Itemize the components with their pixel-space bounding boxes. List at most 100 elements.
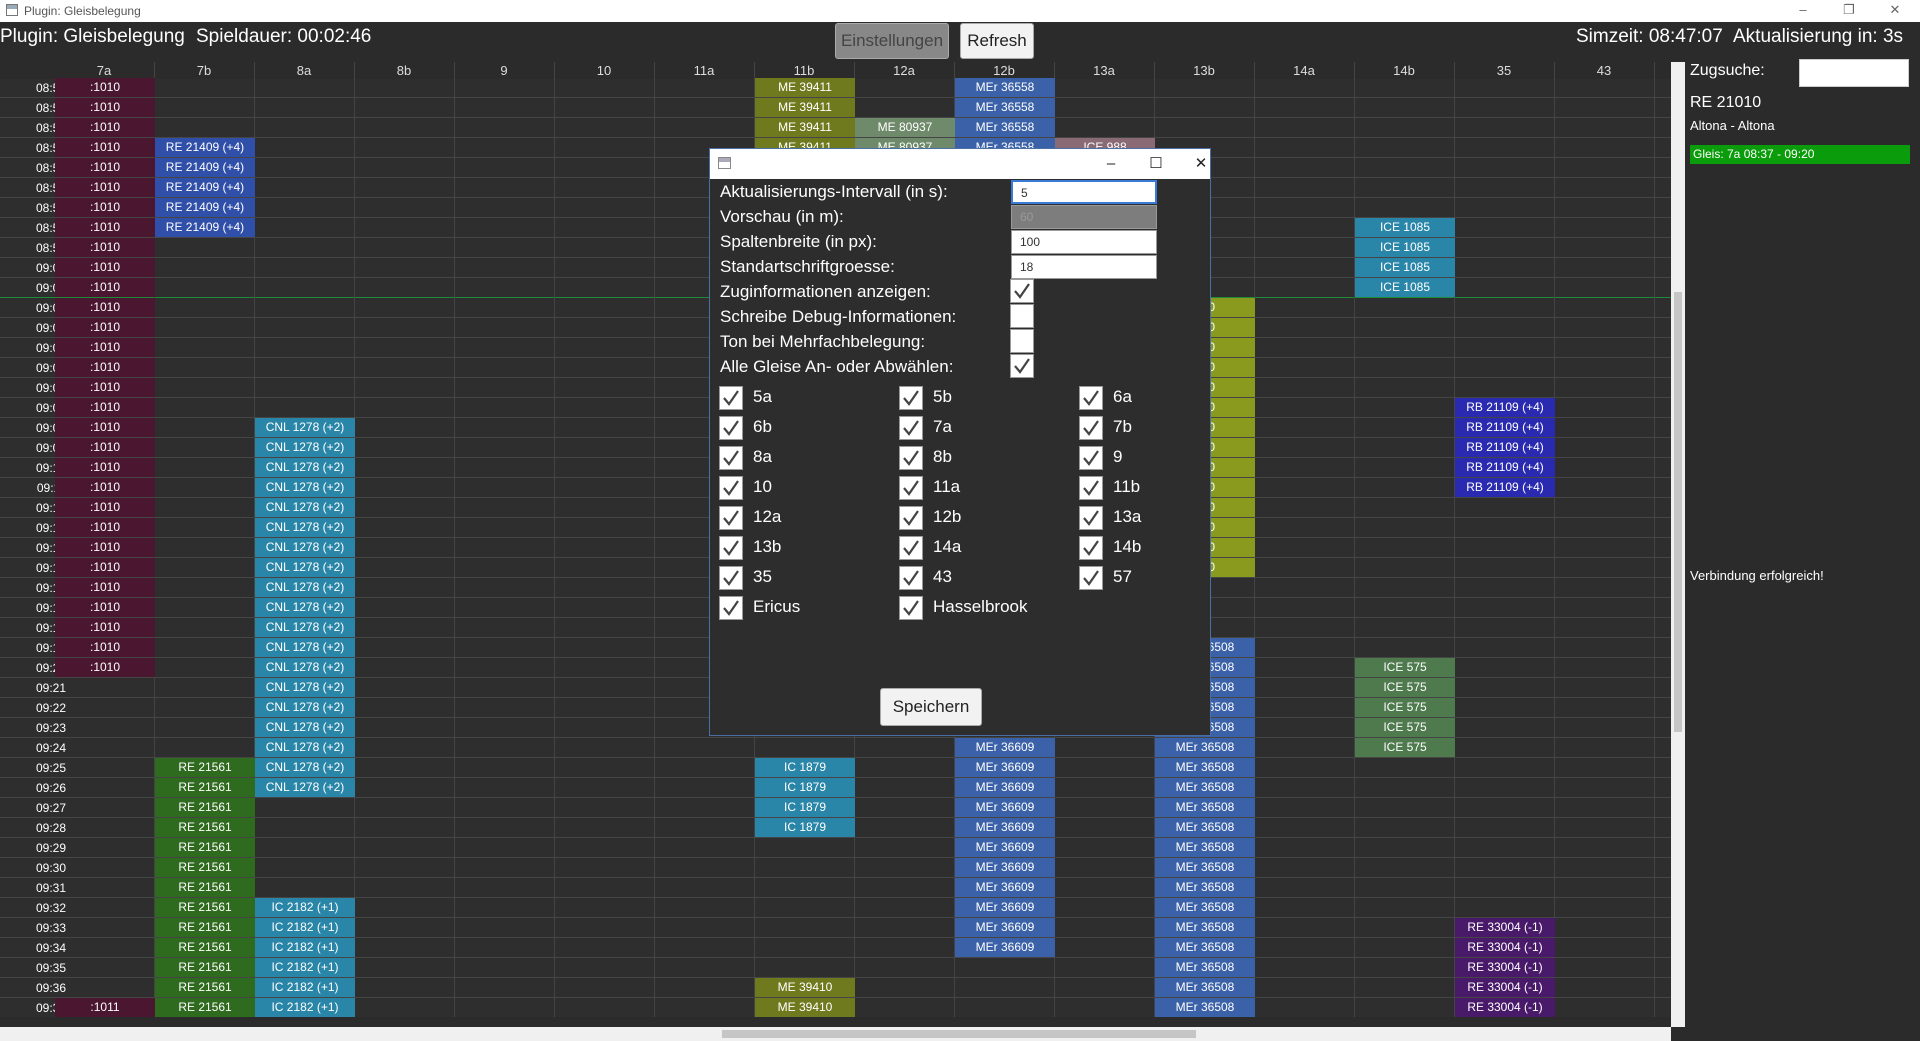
occupancy-block[interactable]: :1010 [55, 298, 155, 317]
track-checkbox[interactable] [899, 446, 923, 470]
occupancy-block[interactable]: ME 39411 [755, 78, 855, 97]
occupancy-block[interactable]: CNL 1278 (+2) [255, 598, 355, 617]
occupancy-block[interactable]: MEr 36508 [1155, 998, 1255, 1017]
occupancy-block[interactable]: CNL 1278 (+2) [255, 738, 355, 757]
occupancy-block[interactable]: MEr 36508 [1155, 898, 1255, 917]
column-header[interactable]: 11b [754, 63, 854, 78]
occupancy-block[interactable]: MEr 36558 [955, 118, 1055, 137]
track-checkbox[interactable] [899, 596, 923, 620]
occupancy-block[interactable]: :1010 [55, 338, 155, 357]
track-checkbox[interactable] [1079, 446, 1103, 470]
horizontal-scroll-thumb[interactable] [722, 1030, 1196, 1038]
refresh-button[interactable]: Refresh [960, 23, 1034, 59]
occupancy-block[interactable]: ME 39411 [755, 98, 855, 117]
restore-button[interactable]: ❐ [1834, 2, 1864, 20]
occupancy-block[interactable]: IC 1879 [755, 778, 855, 797]
occupancy-block[interactable]: MEr 36558 [955, 98, 1055, 117]
horizontal-scrollbar[interactable] [0, 1027, 1671, 1041]
occupancy-block[interactable]: ME 39411 [755, 118, 855, 137]
occupancy-block[interactable]: IC 2182 (+1) [255, 938, 355, 957]
column-header[interactable]: 12b [954, 63, 1054, 78]
track-checkbox[interactable] [899, 566, 923, 590]
occupancy-block[interactable]: MEr 36609 [955, 878, 1055, 897]
occupancy-block[interactable]: RE 21561 [155, 998, 255, 1017]
occupancy-block[interactable]: MEr 36508 [1155, 798, 1255, 817]
occupancy-block[interactable]: MEr 36609 [955, 938, 1055, 957]
track-checkbox[interactable] [899, 476, 923, 500]
dialog-maximize-button[interactable]: ☐ [1141, 153, 1171, 175]
occupancy-block[interactable]: IC 2182 (+1) [255, 898, 355, 917]
occupancy-block[interactable]: ICE 575 [1355, 698, 1455, 717]
occupancy-block[interactable]: :1010 [55, 438, 155, 457]
occupancy-block[interactable]: CNL 1278 (+2) [255, 418, 355, 437]
column-header[interactable]: 9 [454, 63, 554, 78]
occupancy-block[interactable]: RE 33004 (-1) [1455, 938, 1555, 957]
track-checkbox[interactable] [719, 506, 743, 530]
occupancy-block[interactable]: MEr 36508 [1155, 818, 1255, 837]
occupancy-block[interactable]: RE 21561 [155, 918, 255, 937]
track-checkbox[interactable] [719, 596, 743, 620]
occupancy-block[interactable]: CNL 1278 (+2) [255, 458, 355, 477]
track-checkbox[interactable] [719, 476, 743, 500]
occupancy-block[interactable]: RB 21109 (+4) [1455, 478, 1555, 497]
minimize-button[interactable]: – [1788, 2, 1818, 20]
occupancy-block[interactable]: IC 2182 (+1) [255, 978, 355, 997]
occupancy-block[interactable]: :1010 [55, 178, 155, 197]
occupancy-block[interactable]: :1010 [55, 578, 155, 597]
occupancy-block[interactable]: RE 21561 [155, 818, 255, 837]
search-input[interactable] [1799, 59, 1909, 87]
occupancy-block[interactable]: :1010 [55, 598, 155, 617]
occupancy-block[interactable]: CNL 1278 (+2) [255, 518, 355, 537]
occupancy-block[interactable]: RE 21561 [155, 798, 255, 817]
occupancy-block[interactable]: IC 2182 (+1) [255, 998, 355, 1017]
occupancy-block[interactable]: RE 21561 [155, 858, 255, 877]
occupancy-block[interactable]: IC 1879 [755, 758, 855, 777]
column-header[interactable]: 14a [1254, 63, 1354, 78]
occupancy-block[interactable]: ICE 575 [1355, 738, 1455, 757]
column-header[interactable]: 8a [254, 63, 354, 78]
occupancy-block[interactable]: ME 39410 [755, 998, 855, 1017]
occupancy-block[interactable]: MEr 36508 [1155, 958, 1255, 977]
occupancy-block[interactable]: MEr 36508 [1155, 838, 1255, 857]
occupancy-block[interactable]: :1010 [55, 538, 155, 557]
column-header[interactable]: 35 [1454, 63, 1554, 78]
column-header[interactable]: 12a [854, 63, 954, 78]
column-header[interactable]: 13b [1154, 63, 1254, 78]
occupancy-block[interactable]: RE 21409 (+4) [155, 198, 255, 217]
occupancy-block[interactable]: MEr 36609 [955, 838, 1055, 857]
occupancy-block[interactable]: MEr 36508 [1155, 978, 1255, 997]
track-checkbox[interactable] [899, 386, 923, 410]
occupancy-block[interactable]: :1010 [55, 638, 155, 657]
occupancy-block[interactable]: RE 33004 (-1) [1455, 978, 1555, 997]
option-checkbox[interactable] [1010, 354, 1034, 378]
occupancy-block[interactable]: RE 21561 [155, 758, 255, 777]
column-header[interactable]: 13a [1054, 63, 1154, 78]
occupancy-block[interactable]: IC 1879 [755, 818, 855, 837]
occupancy-block[interactable]: ME 80937 [855, 118, 955, 137]
occupancy-block[interactable]: :1010 [55, 618, 155, 637]
occupancy-block[interactable]: ICE 575 [1355, 658, 1455, 677]
occupancy-block[interactable]: CNL 1278 (+2) [255, 478, 355, 497]
occupancy-block[interactable]: ICE 1085 [1355, 238, 1455, 257]
occupancy-block[interactable]: CNL 1278 (+2) [255, 718, 355, 737]
occupancy-block[interactable]: CNL 1278 (+2) [255, 558, 355, 577]
occupancy-block[interactable]: RE 21561 [155, 878, 255, 897]
occupancy-block[interactable]: MEr 36508 [1155, 858, 1255, 877]
occupancy-block[interactable]: RB 21109 (+4) [1455, 458, 1555, 477]
occupancy-block[interactable]: CNL 1278 (+2) [255, 498, 355, 517]
occupancy-block[interactable]: :1010 [55, 198, 155, 217]
occupancy-block[interactable]: MEr 36609 [955, 738, 1055, 757]
occupancy-block[interactable]: RB 21109 (+4) [1455, 438, 1555, 457]
column-header[interactable]: 11a [654, 63, 754, 78]
option-checkbox[interactable] [1010, 279, 1034, 303]
occupancy-block[interactable]: RE 21409 (+4) [155, 158, 255, 177]
occupancy-block[interactable]: :1010 [55, 258, 155, 277]
occupancy-block[interactable]: :1010 [55, 218, 155, 237]
occupancy-block[interactable]: :1010 [55, 558, 155, 577]
track-checkbox[interactable] [1079, 566, 1103, 590]
occupancy-block[interactable]: RE 21409 (+4) [155, 138, 255, 157]
track-checkbox[interactable] [719, 416, 743, 440]
occupancy-block[interactable]: CNL 1278 (+2) [255, 658, 355, 677]
column-header[interactable]: 14b [1354, 63, 1454, 78]
occupancy-block[interactable]: RE 21561 [155, 838, 255, 857]
